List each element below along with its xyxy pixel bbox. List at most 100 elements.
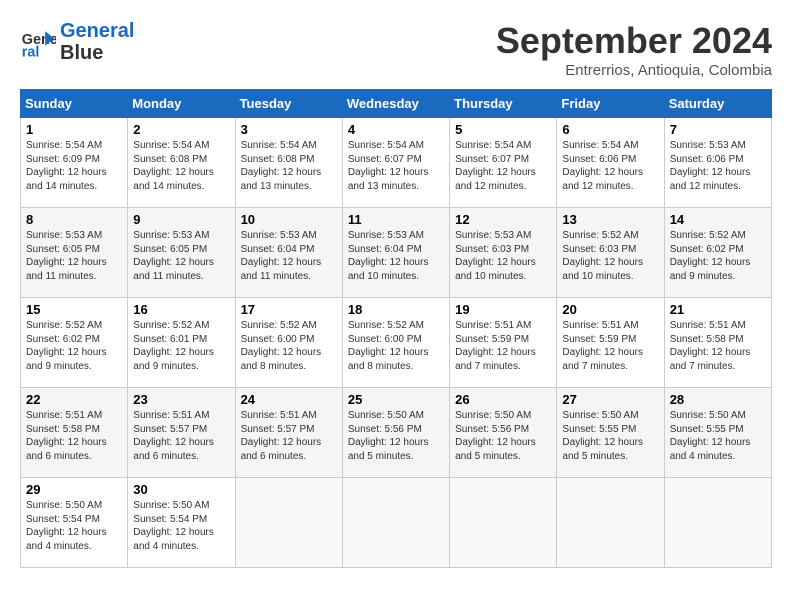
day-info: Sunrise: 5:53 AM Sunset: 6:06 PM Dayligh… (670, 139, 766, 193)
calendar-day-cell: 11 Sunrise: 5:53 AM Sunset: 6:04 PM Dayli… (342, 208, 449, 298)
day-number: 6 (562, 122, 658, 137)
day-number: 23 (133, 392, 229, 407)
weekday-header-cell: Saturday (664, 90, 771, 118)
day-info: Sunrise: 5:51 AM Sunset: 5:59 PM Dayligh… (455, 319, 551, 373)
calendar-day-cell: 16 Sunrise: 5:52 AM Sunset: 6:01 PM Dayli… (128, 298, 235, 388)
day-info: Sunrise: 5:54 AM Sunset: 6:06 PM Dayligh… (562, 139, 658, 193)
day-number: 24 (241, 392, 337, 407)
day-number: 25 (348, 392, 444, 407)
day-info: Sunrise: 5:51 AM Sunset: 5:58 PM Dayligh… (670, 319, 766, 373)
day-number: 4 (348, 122, 444, 137)
day-number: 30 (133, 482, 229, 497)
calendar-day-cell: 25 Sunrise: 5:50 AM Sunset: 5:56 PM Dayli… (342, 388, 449, 478)
day-info: Sunrise: 5:51 AM Sunset: 5:59 PM Dayligh… (562, 319, 658, 373)
calendar-day-cell (450, 478, 557, 568)
day-info: Sunrise: 5:50 AM Sunset: 5:55 PM Dayligh… (670, 409, 766, 463)
calendar-day-cell: 27 Sunrise: 5:50 AM Sunset: 5:55 PM Dayli… (557, 388, 664, 478)
day-info: Sunrise: 5:52 AM Sunset: 6:00 PM Dayligh… (241, 319, 337, 373)
day-number: 7 (670, 122, 766, 137)
calendar-day-cell: 20 Sunrise: 5:51 AM Sunset: 5:59 PM Dayli… (557, 298, 664, 388)
day-info: Sunrise: 5:52 AM Sunset: 6:01 PM Dayligh… (133, 319, 229, 373)
weekday-header-cell: Friday (557, 90, 664, 118)
day-number: 11 (348, 212, 444, 227)
day-info: Sunrise: 5:53 AM Sunset: 6:03 PM Dayligh… (455, 229, 551, 283)
day-info: Sunrise: 5:54 AM Sunset: 6:08 PM Dayligh… (133, 139, 229, 193)
weekday-header-row: SundayMondayTuesdayWednesdayThursdayFrid… (21, 90, 772, 118)
day-info: Sunrise: 5:50 AM Sunset: 5:54 PM Dayligh… (133, 499, 229, 553)
logo: Gene ral GeneralBlue (20, 20, 134, 64)
weekday-header-cell: Sunday (21, 90, 128, 118)
day-number: 5 (455, 122, 551, 137)
calendar-table: SundayMondayTuesdayWednesdayThursdayFrid… (20, 89, 772, 568)
day-info: Sunrise: 5:52 AM Sunset: 6:00 PM Dayligh… (348, 319, 444, 373)
day-info: Sunrise: 5:50 AM Sunset: 5:54 PM Dayligh… (26, 499, 122, 553)
calendar-day-cell: 30 Sunrise: 5:50 AM Sunset: 5:54 PM Dayli… (128, 478, 235, 568)
calendar-day-cell: 26 Sunrise: 5:50 AM Sunset: 5:56 PM Dayli… (450, 388, 557, 478)
calendar-day-cell: 15Sunrise: 5:52 AM Sunset: 6:02 PM Dayli… (21, 298, 128, 388)
calendar-week-row: 22Sunrise: 5:51 AM Sunset: 5:58 PM Dayli… (21, 388, 772, 478)
svg-text:ral: ral (22, 44, 40, 60)
calendar-day-cell: 7 Sunrise: 5:53 AM Sunset: 6:06 PM Daylig… (664, 118, 771, 208)
calendar-day-cell: 28Sunrise: 5:50 AM Sunset: 5:55 PM Dayli… (664, 388, 771, 478)
title-block: September 2024 Entrerrios, Antioquia, Co… (496, 20, 772, 79)
day-info: Sunrise: 5:53 AM Sunset: 6:05 PM Dayligh… (26, 229, 122, 283)
day-info: Sunrise: 5:52 AM Sunset: 6:02 PM Dayligh… (670, 229, 766, 283)
calendar-day-cell: 4Sunrise: 5:54 AM Sunset: 6:07 PM Daylig… (342, 118, 449, 208)
calendar-day-cell: 24 Sunrise: 5:51 AM Sunset: 5:57 PM Dayli… (235, 388, 342, 478)
day-number: 26 (455, 392, 551, 407)
day-info: Sunrise: 5:54 AM Sunset: 6:09 PM Dayligh… (26, 139, 122, 193)
day-number: 10 (241, 212, 337, 227)
day-info: Sunrise: 5:53 AM Sunset: 6:05 PM Dayligh… (133, 229, 229, 283)
calendar-day-cell: 8 Sunrise: 5:53 AM Sunset: 6:05 PM Daylig… (21, 208, 128, 298)
day-number: 21 (670, 302, 766, 317)
day-info: Sunrise: 5:50 AM Sunset: 5:56 PM Dayligh… (455, 409, 551, 463)
day-number: 8 (26, 212, 122, 227)
calendar-day-cell: 1 Sunrise: 5:54 AM Sunset: 6:09 PM Daylig… (21, 118, 128, 208)
day-info: Sunrise: 5:51 AM Sunset: 5:57 PM Dayligh… (241, 409, 337, 463)
calendar-day-cell: 5 Sunrise: 5:54 AM Sunset: 6:07 PM Daylig… (450, 118, 557, 208)
month-title: September 2024 (496, 20, 772, 62)
calendar-day-cell: 13 Sunrise: 5:52 AM Sunset: 6:03 PM Dayli… (557, 208, 664, 298)
day-info: Sunrise: 5:53 AM Sunset: 6:04 PM Dayligh… (348, 229, 444, 283)
day-number: 27 (562, 392, 658, 407)
weekday-header-cell: Tuesday (235, 90, 342, 118)
day-number: 20 (562, 302, 658, 317)
calendar-day-cell: 9Sunrise: 5:53 AM Sunset: 6:05 PM Daylig… (128, 208, 235, 298)
calendar-day-cell: 6 Sunrise: 5:54 AM Sunset: 6:06 PM Daylig… (557, 118, 664, 208)
day-info: Sunrise: 5:52 AM Sunset: 6:02 PM Dayligh… (26, 319, 122, 373)
day-info: Sunrise: 5:50 AM Sunset: 5:56 PM Dayligh… (348, 409, 444, 463)
day-number: 13 (562, 212, 658, 227)
calendar-day-cell: 22Sunrise: 5:51 AM Sunset: 5:58 PM Dayli… (21, 388, 128, 478)
calendar-day-cell (664, 478, 771, 568)
calendar-day-cell: 18Sunrise: 5:52 AM Sunset: 6:00 PM Dayli… (342, 298, 449, 388)
page-header: Gene ral GeneralBlue September 2024 Entr… (20, 20, 772, 79)
day-number: 2 (133, 122, 229, 137)
calendar-day-cell: 29 Sunrise: 5:50 AM Sunset: 5:54 PM Dayli… (21, 478, 128, 568)
calendar-day-cell: 14Sunrise: 5:52 AM Sunset: 6:02 PM Dayli… (664, 208, 771, 298)
day-number: 3 (241, 122, 337, 137)
day-info: Sunrise: 5:54 AM Sunset: 6:08 PM Dayligh… (241, 139, 337, 193)
day-info: Sunrise: 5:54 AM Sunset: 6:07 PM Dayligh… (455, 139, 551, 193)
day-info: Sunrise: 5:51 AM Sunset: 5:57 PM Dayligh… (133, 409, 229, 463)
logo-icon: Gene ral (20, 24, 56, 60)
calendar-day-cell: 19Sunrise: 5:51 AM Sunset: 5:59 PM Dayli… (450, 298, 557, 388)
calendar-body: 1 Sunrise: 5:54 AM Sunset: 6:09 PM Daylig… (21, 118, 772, 568)
day-info: Sunrise: 5:53 AM Sunset: 6:04 PM Dayligh… (241, 229, 337, 283)
calendar-day-cell: 10 Sunrise: 5:53 AM Sunset: 6:04 PM Dayli… (235, 208, 342, 298)
day-number: 16 (133, 302, 229, 317)
day-number: 17 (241, 302, 337, 317)
weekday-header-cell: Thursday (450, 90, 557, 118)
day-number: 1 (26, 122, 122, 137)
calendar-day-cell: 23 Sunrise: 5:51 AM Sunset: 5:57 PM Dayli… (128, 388, 235, 478)
calendar-day-cell: 2 Sunrise: 5:54 AM Sunset: 6:08 PM Daylig… (128, 118, 235, 208)
day-info: Sunrise: 5:52 AM Sunset: 6:03 PM Dayligh… (562, 229, 658, 283)
calendar-day-cell: 12 Sunrise: 5:53 AM Sunset: 6:03 PM Dayli… (450, 208, 557, 298)
location-subtitle: Entrerrios, Antioquia, Colombia (496, 62, 772, 79)
day-number: 12 (455, 212, 551, 227)
day-number: 29 (26, 482, 122, 497)
day-info: Sunrise: 5:50 AM Sunset: 5:55 PM Dayligh… (562, 409, 658, 463)
calendar-day-cell (342, 478, 449, 568)
calendar-day-cell: 21 Sunrise: 5:51 AM Sunset: 5:58 PM Dayli… (664, 298, 771, 388)
calendar-week-row: 29 Sunrise: 5:50 AM Sunset: 5:54 PM Dayli… (21, 478, 772, 568)
day-number: 22 (26, 392, 122, 407)
